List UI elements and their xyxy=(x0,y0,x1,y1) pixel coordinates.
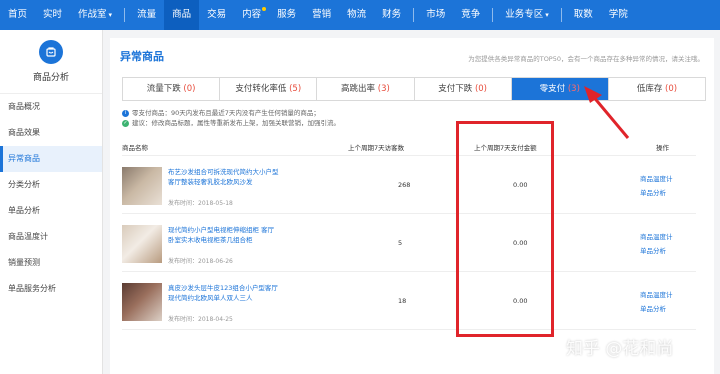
annotation-arrow-icon xyxy=(584,86,630,139)
watermark: 知乎 @花和尚 xyxy=(566,339,674,359)
